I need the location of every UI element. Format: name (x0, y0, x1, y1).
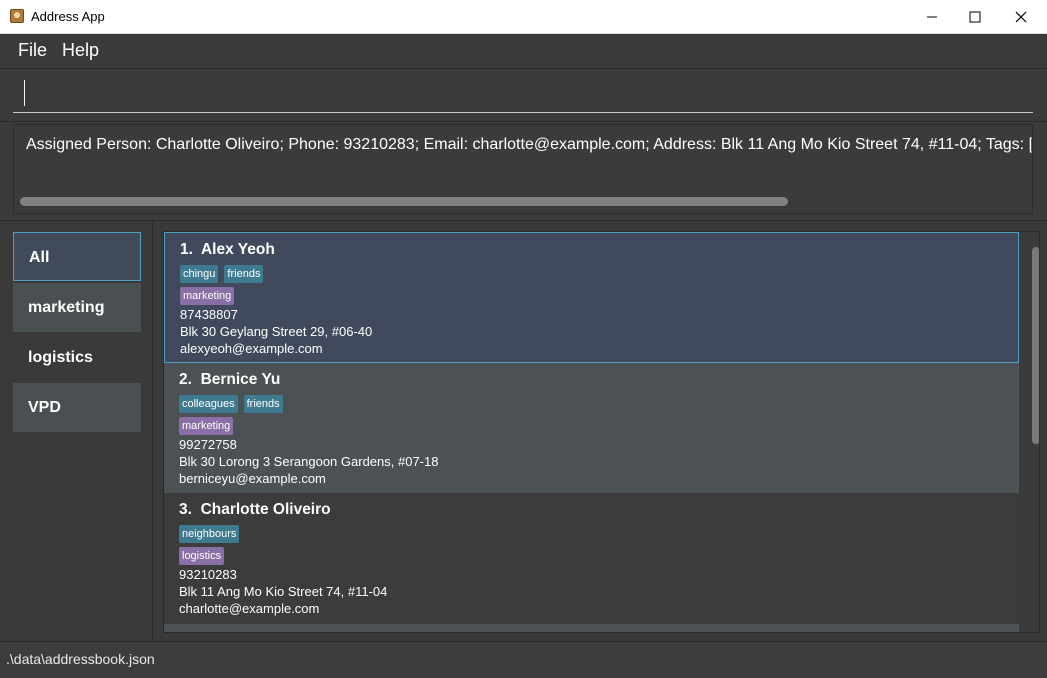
person-card-4-partial[interactable] (164, 624, 1019, 632)
person-email: charlotte@example.com (179, 601, 320, 616)
group-button-all[interactable]: All (13, 232, 141, 281)
result-text: Assigned Person: Charlotte Oliveiro; Pho… (26, 136, 1033, 153)
save-file-path: .\data\addressbook.json (6, 651, 155, 667)
address-book-icon (10, 9, 24, 23)
person-tags: neighbours (179, 525, 1019, 543)
person-name: 3. Charlotte Oliveiro (179, 501, 331, 518)
person-name: 2. Bernice Yu (179, 371, 281, 388)
person-tags: chingu friends (180, 265, 1018, 283)
command-area (0, 69, 1047, 122)
tag-badge: chingu (180, 265, 219, 283)
person-card-2[interactable]: 2. Bernice Yu colleagues friends marketi… (164, 363, 1019, 493)
minimize-button[interactable] (909, 0, 955, 33)
group-badge: marketing (180, 287, 235, 305)
close-icon (1015, 11, 1027, 22)
menu-help[interactable]: Help (62, 40, 99, 61)
horizontal-scrollbar[interactable] (18, 197, 1028, 207)
person-address: Blk 30 Lorong 3 Serangoon Gardens, #07-1… (179, 454, 439, 469)
person-address: Blk 30 Geylang Street 29, #06-40 (180, 324, 373, 339)
person-name: 1. Alex Yeoh (180, 241, 275, 258)
group-badge: marketing (179, 417, 234, 435)
vertical-scrollbar-thumb[interactable] (1032, 247, 1039, 444)
person-card-1[interactable]: 1. Alex Yeoh chingu friends marketing 87… (164, 232, 1019, 363)
person-list-panel: 1. Alex Yeoh chingu friends marketing 87… (153, 220, 1047, 642)
tag-badge: neighbours (179, 525, 240, 543)
maximize-icon (969, 11, 981, 22)
person-tags: colleagues friends (179, 395, 1019, 413)
group-button-logistics[interactable]: logistics (13, 333, 141, 382)
command-input[interactable] (13, 81, 1033, 113)
person-groups: logistics (179, 547, 1019, 565)
minimize-icon (927, 16, 937, 17)
window-title: Address App (31, 9, 105, 24)
tag-badge: friends (224, 265, 264, 283)
tag-badge: friends (243, 395, 283, 413)
tag-badge: colleagues (179, 395, 238, 413)
person-email: berniceyu@example.com (179, 471, 326, 486)
title-bar: Address App (0, 0, 1047, 34)
text-caret (24, 80, 25, 106)
person-groups: marketing (180, 287, 1018, 305)
menu-file[interactable]: File (18, 40, 47, 61)
maximize-button[interactable] (952, 0, 998, 33)
group-button-vpd[interactable]: VPD (13, 383, 141, 432)
person-phone: 87438807 (180, 307, 238, 322)
person-list[interactable]: 1. Alex Yeoh chingu friends marketing 87… (163, 231, 1040, 633)
group-panel: All marketing logistics VPD (0, 220, 153, 642)
status-bar: .\data\addressbook.json (0, 641, 1047, 678)
person-email: alexyeoh@example.com (180, 341, 323, 356)
person-address: Blk 11 Ang Mo Kio Street 74, #11-04 (179, 584, 388, 599)
close-button[interactable] (998, 0, 1044, 33)
group-button-marketing[interactable]: marketing (13, 283, 141, 332)
person-groups: marketing (179, 417, 1019, 435)
result-display[interactable]: Assigned Person: Charlotte Oliveiro; Pho… (13, 124, 1033, 214)
person-card-3[interactable]: 3. Charlotte Oliveiro neighbours logisti… (164, 493, 1019, 624)
person-phone: 99272758 (179, 437, 237, 452)
group-badge: logistics (179, 547, 225, 565)
person-phone: 93210283 (179, 567, 237, 582)
menu-bar: File Help (0, 34, 1047, 69)
horizontal-scrollbar-thumb[interactable] (20, 197, 788, 206)
